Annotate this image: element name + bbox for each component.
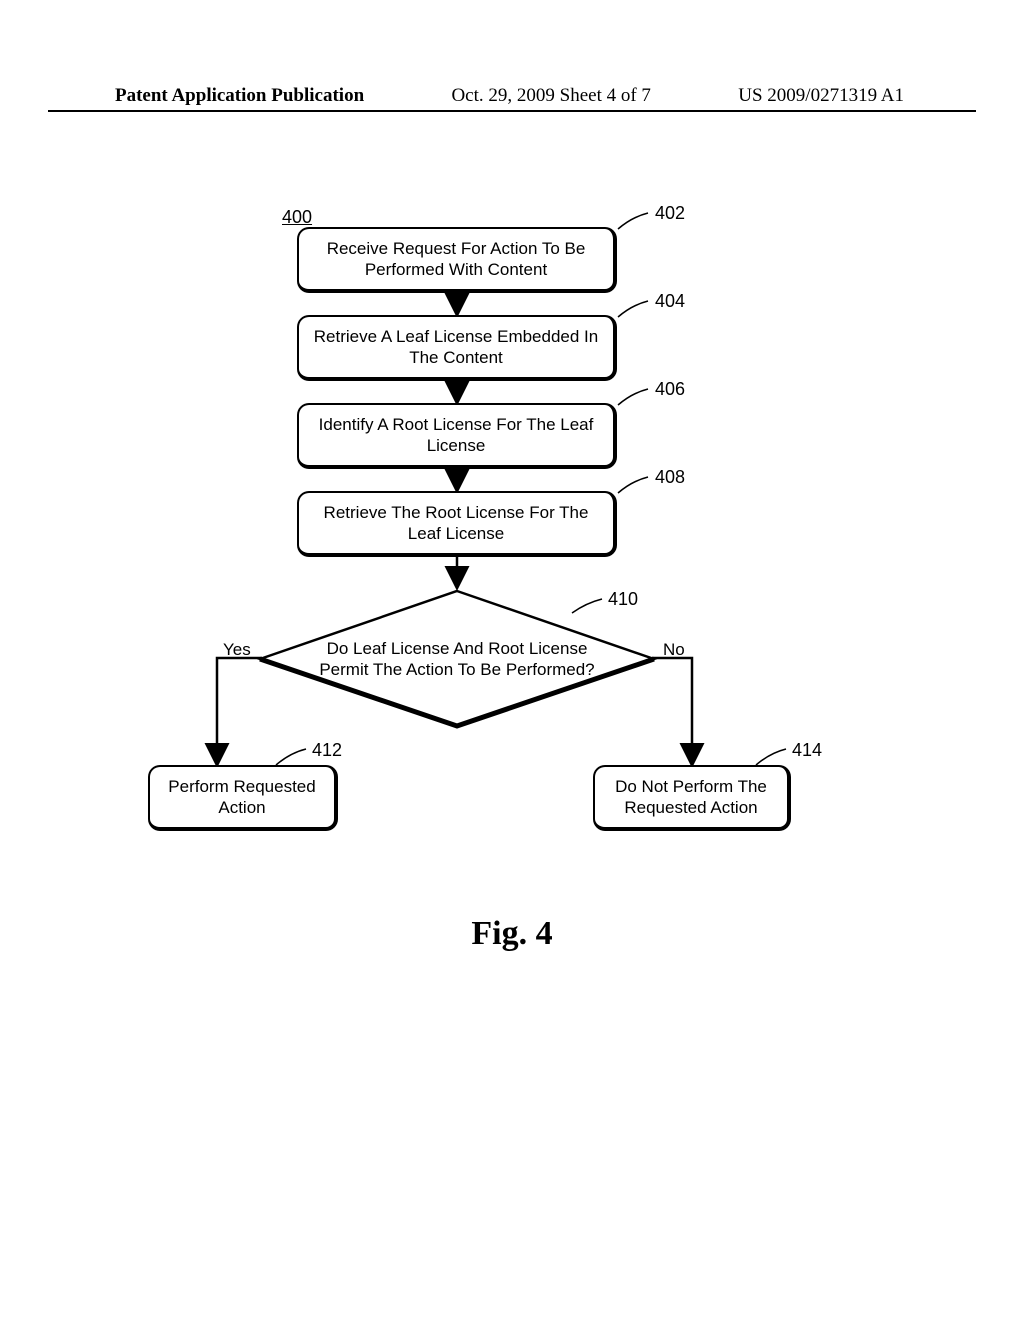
process-step-406: Identify A Root License For The Leaf Lic… [297,403,617,469]
figure-caption: Fig. 4 [0,915,1024,953]
process-step-412: Perform Requested Action [148,765,338,831]
ref-406: 406 [655,379,685,400]
ref-408: 408 [655,467,685,488]
flowchart: Receive Request For Action To Be Perform… [0,205,1024,875]
header-date-sheet: Oct. 29, 2009 Sheet 4 of 7 [451,85,650,107]
branch-yes-label: Yes [223,640,251,660]
decision-text: Do Leaf License And Root License Permit … [312,638,602,681]
ref-412: 412 [312,740,342,761]
header-publication: Patent Application Publication [115,85,364,107]
process-step-408: Retrieve The Root License For The Leaf L… [297,491,617,557]
process-step-414: Do Not Perform The Requested Action [593,765,791,831]
branch-no-label: No [663,640,685,660]
decision-410: Do Leaf License And Root License Permit … [257,589,657,729]
process-text: Identify A Root License For The Leaf Lic… [311,414,601,457]
process-text: Receive Request For Action To Be Perform… [311,238,601,281]
process-text: Retrieve The Root License For The Leaf L… [311,502,601,545]
process-text: Do Not Perform The Requested Action [607,776,775,819]
header-divider [48,110,976,112]
process-step-402: Receive Request For Action To Be Perform… [297,227,617,293]
ref-410: 410 [608,589,638,610]
ref-402: 402 [655,203,685,224]
ref-404: 404 [655,291,685,312]
header-pub-number: US 2009/0271319 A1 [738,85,904,107]
process-text: Perform Requested Action [162,776,322,819]
ref-414: 414 [792,740,822,761]
process-step-404: Retrieve A Leaf License Embedded In The … [297,315,617,381]
process-text: Retrieve A Leaf License Embedded In The … [311,326,601,369]
